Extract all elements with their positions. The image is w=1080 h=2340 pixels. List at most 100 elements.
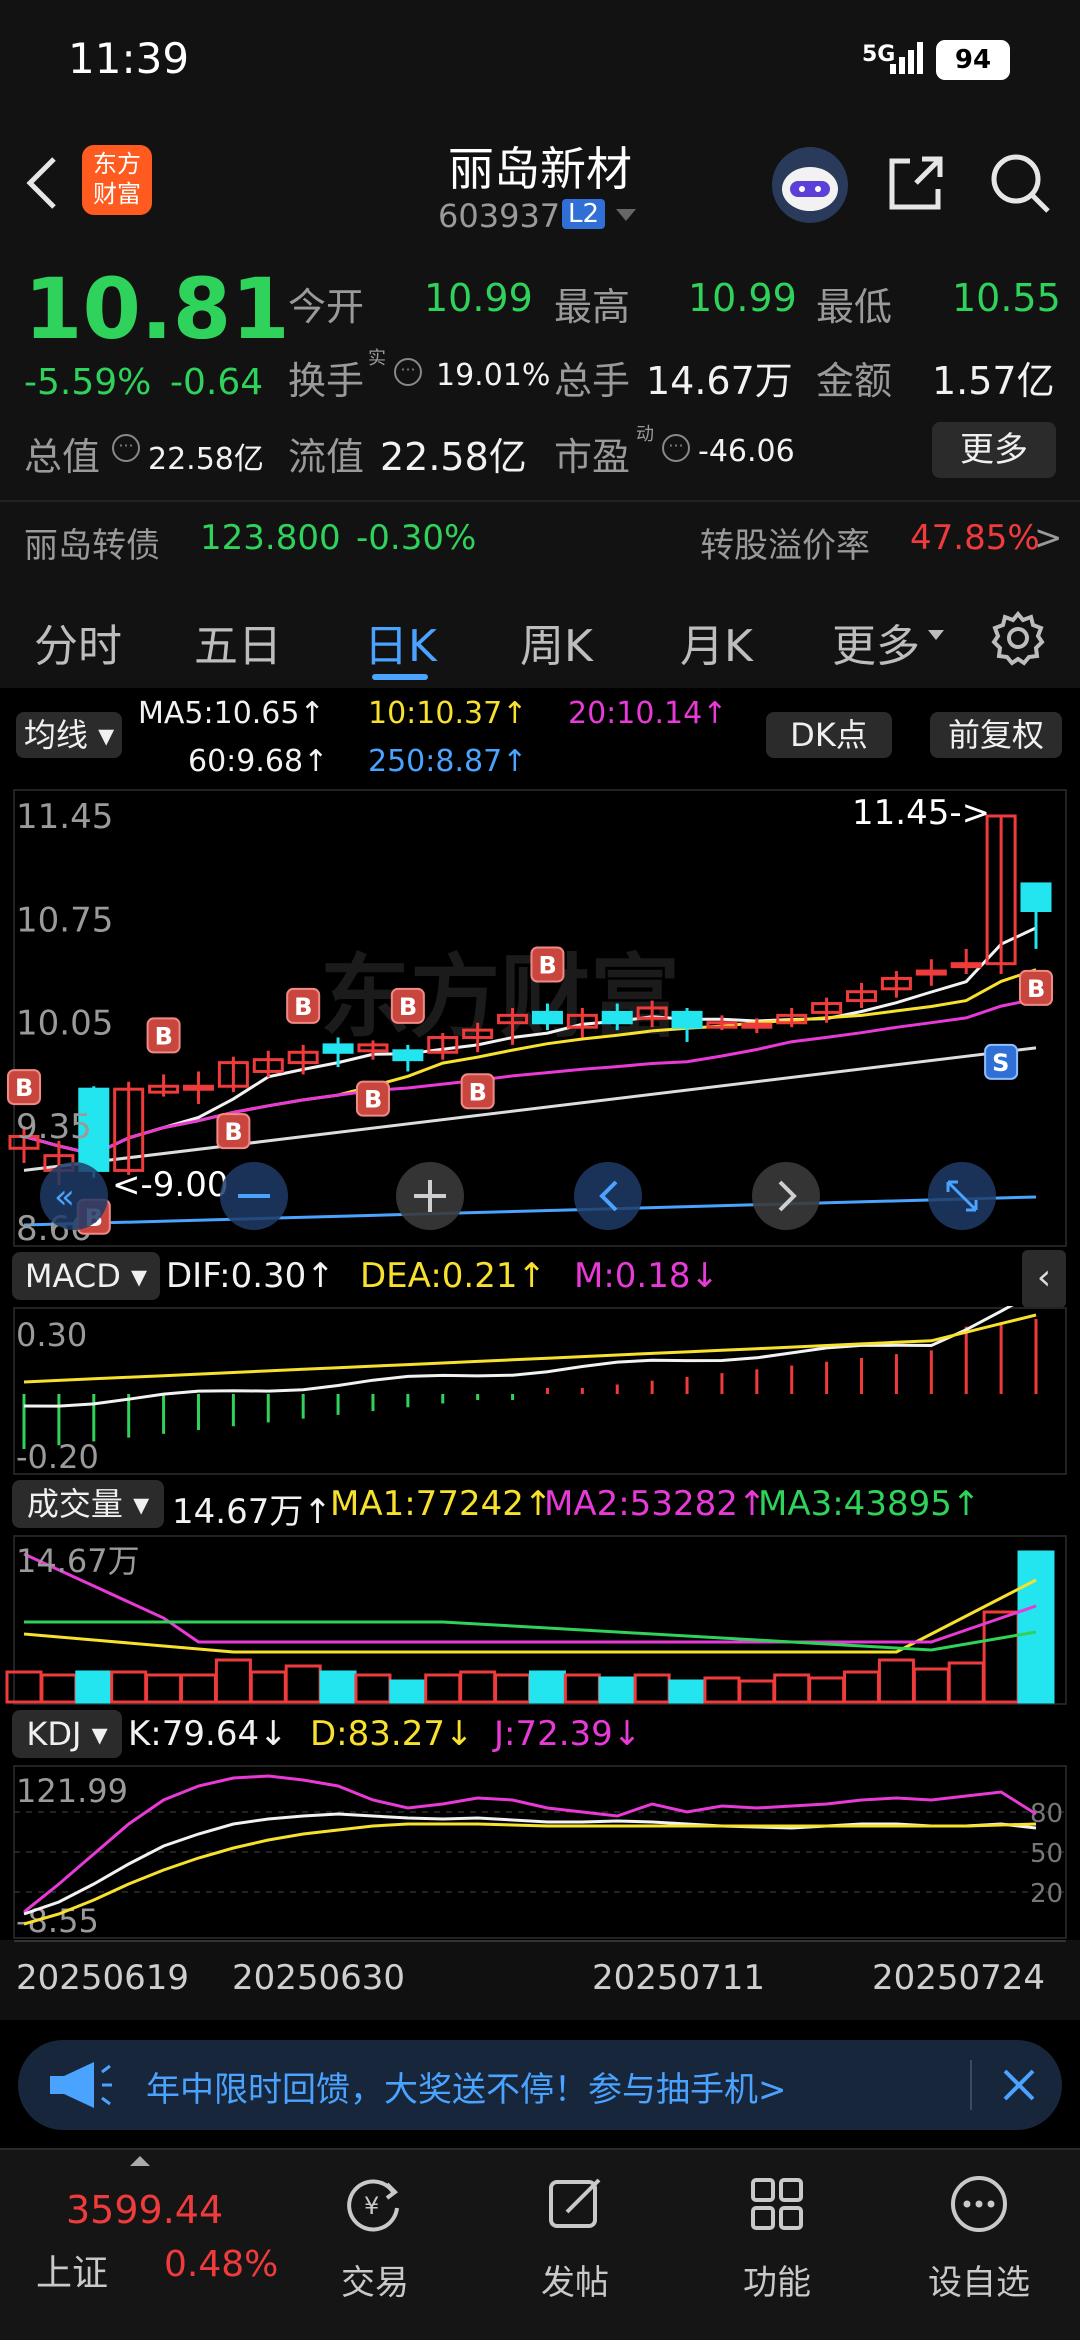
- tab-more[interactable]: 更多: [832, 610, 920, 674]
- dk-point-button[interactable]: DK点: [766, 712, 892, 758]
- megaphone-icon: [50, 2062, 112, 2108]
- volume-ma3: MA3:43895↑: [758, 1484, 981, 1524]
- price-axis-label: 10.05: [16, 1004, 113, 1044]
- candle-body: [601, 1010, 633, 1025]
- fullscreen-icon[interactable]: [928, 1162, 996, 1230]
- volume-bar: [424, 1673, 462, 1704]
- buy-marker-label: B: [224, 1118, 242, 1146]
- zoom-in-icon[interactable]: [396, 1162, 464, 1230]
- collapse-panel-icon[interactable]: ‹: [1022, 1250, 1066, 1308]
- index-price[interactable]: 3599.44: [66, 2188, 223, 2232]
- caret-up-icon[interactable]: [130, 2156, 150, 2166]
- tab-five-day[interactable]: 五日: [194, 610, 282, 674]
- volume-ma2-line: [23, 1552, 1037, 1644]
- nav-post[interactable]: 发帖: [510, 2174, 640, 2304]
- divider: [970, 2060, 972, 2110]
- search-icon[interactable]: [986, 149, 1054, 217]
- active-tab-indicator: [372, 674, 428, 680]
- divider: [0, 2148, 1080, 2150]
- info-icon[interactable]: ···: [112, 434, 140, 462]
- ma-selector-label: 均线: [23, 716, 88, 754]
- assistant-avatar-icon[interactable]: [770, 145, 850, 225]
- tab-daily-k[interactable]: 日K: [364, 610, 437, 674]
- ma60-value: 60:9.68↑: [188, 744, 329, 779]
- nav-trade[interactable]: ¥ 交易: [310, 2174, 440, 2304]
- svg-text:«: «: [54, 1177, 75, 1217]
- kdj-selector[interactable]: KDJ ▾: [12, 1710, 122, 1758]
- candle-body: [915, 969, 947, 976]
- candle-body: [741, 1022, 773, 1029]
- nav-functions[interactable]: 功能: [712, 2174, 842, 2304]
- caret-down-icon[interactable]: [928, 630, 944, 642]
- index-name[interactable]: 上证: [36, 2244, 108, 2296]
- edit-icon: [549, 2178, 601, 2228]
- bond-name[interactable]: 丽岛转债: [24, 518, 160, 567]
- tab-monthly-k[interactable]: 月K: [680, 610, 753, 674]
- date-label: 20250619: [16, 1958, 190, 1998]
- axis-line: [14, 1940, 1066, 1942]
- more-button[interactable]: 更多: [932, 422, 1056, 478]
- volume-y-top: 14.67万: [16, 1542, 140, 1580]
- volume-chart[interactable]: 14.67万: [0, 1534, 1080, 1706]
- settings-gear-icon[interactable]: [990, 610, 1046, 666]
- info-icon[interactable]: ···: [394, 358, 422, 386]
- info-icon[interactable]: ···: [662, 434, 690, 462]
- candle-body: [182, 1084, 214, 1091]
- ma5-value: MA5:10.65↑: [138, 696, 325, 731]
- volume-bar: [843, 1670, 881, 1704]
- buy-marker: B: [460, 1073, 495, 1110]
- banner-text[interactable]: 年中限时回馈，大奖送不停！参与抽手机>: [146, 2062, 787, 2111]
- buy-marker-label: B: [15, 1074, 33, 1102]
- volume-bar: [389, 1679, 427, 1704]
- bond-change: -0.30%: [356, 518, 477, 558]
- share-icon[interactable]: [884, 151, 948, 215]
- stock-header: 东方 财富 丽岛新材 603937 L2: [0, 125, 1080, 250]
- kdj-y-top: 121.99: [16, 1772, 128, 1810]
- scroll-right-icon[interactable]: [752, 1162, 820, 1230]
- volume-bar: [5, 1670, 43, 1704]
- tab-weekly-k[interactable]: 周K: [520, 610, 593, 674]
- nav-add-watchlist[interactable]: 设自选: [914, 2174, 1044, 2304]
- quote-panel: 10.81 -5.59% -0.64 今开 10.99 最高 10.99 最低 …: [0, 250, 1080, 580]
- volume-ma2: MA2:53282↑: [544, 1484, 767, 1524]
- pe-value: -46.06: [698, 434, 795, 469]
- buy-marker: B: [390, 987, 425, 1024]
- buy-marker: B: [355, 1080, 390, 1117]
- close-icon[interactable]: [1002, 2068, 1036, 2102]
- high-value: 10.99: [688, 276, 797, 320]
- buy-marker: B: [7, 1069, 41, 1106]
- bottom-navigation: 3599.44 上证 0.48% ¥ 交易 发帖 功能 设自选: [0, 2148, 1080, 2340]
- bond-price: 123.800: [200, 518, 341, 558]
- chevron-right-icon[interactable]: >: [1034, 518, 1063, 558]
- fast-back-icon[interactable]: «: [40, 1162, 108, 1230]
- grid-icon: [751, 2178, 803, 2230]
- ma250-value: 250:8.87↑: [368, 744, 528, 779]
- date-label: 20250724: [872, 1958, 1046, 1998]
- adjust-button[interactable]: 前复权: [930, 712, 1062, 758]
- promo-banner[interactable]: 年中限时回馈，大奖送不停！参与抽手机>: [18, 2040, 1062, 2130]
- change-amount: -0.64: [170, 362, 264, 403]
- scroll-left-icon[interactable]: [574, 1162, 642, 1230]
- kline-chart[interactable]: 东方财富 11.4510.7510.059.358.66 BBBBBBBBBBS…: [0, 788, 1080, 1248]
- ma-selector[interactable]: 均线 ▾: [16, 712, 122, 758]
- kdj-chart[interactable]: 80 50 20 121.99 -8.55: [0, 1764, 1080, 1940]
- zoom-out-icon[interactable]: [220, 1162, 288, 1230]
- volume-bar: [75, 1670, 113, 1704]
- caret-down-icon[interactable]: [614, 207, 638, 223]
- tab-intraday[interactable]: 分时: [34, 610, 122, 674]
- ma-legend: 均线 ▾ MA5:10.65↑ 10:10.37↑ 20:10.14↑ 60:9…: [0, 688, 1080, 788]
- macd-selector[interactable]: MACD ▾: [12, 1252, 160, 1300]
- amount-label: 金额: [816, 359, 893, 403]
- date-label: 20250630: [232, 1958, 406, 1998]
- level-badge[interactable]: L2: [562, 199, 606, 229]
- nav-post-label: 发帖: [541, 2263, 609, 2303]
- kdj-legend: KDJ ▾ K:79.64↓ D:83.27↓ J:72.39↓: [0, 1708, 1080, 1764]
- candle-body: [392, 1049, 424, 1062]
- status-bar: 11:39 5G 94: [0, 0, 1080, 125]
- kdj-level-50: 50: [1030, 1839, 1063, 1869]
- k-line: [23, 1812, 1037, 1916]
- macd-chart[interactable]: 0.30 -0.20: [0, 1306, 1080, 1476]
- volume-selector[interactable]: 成交量 ▾: [12, 1480, 164, 1528]
- kdj-selector-label: KDJ: [26, 1715, 82, 1753]
- period-tabs: 分时 五日 日K 周K 月K 更多: [0, 580, 1080, 688]
